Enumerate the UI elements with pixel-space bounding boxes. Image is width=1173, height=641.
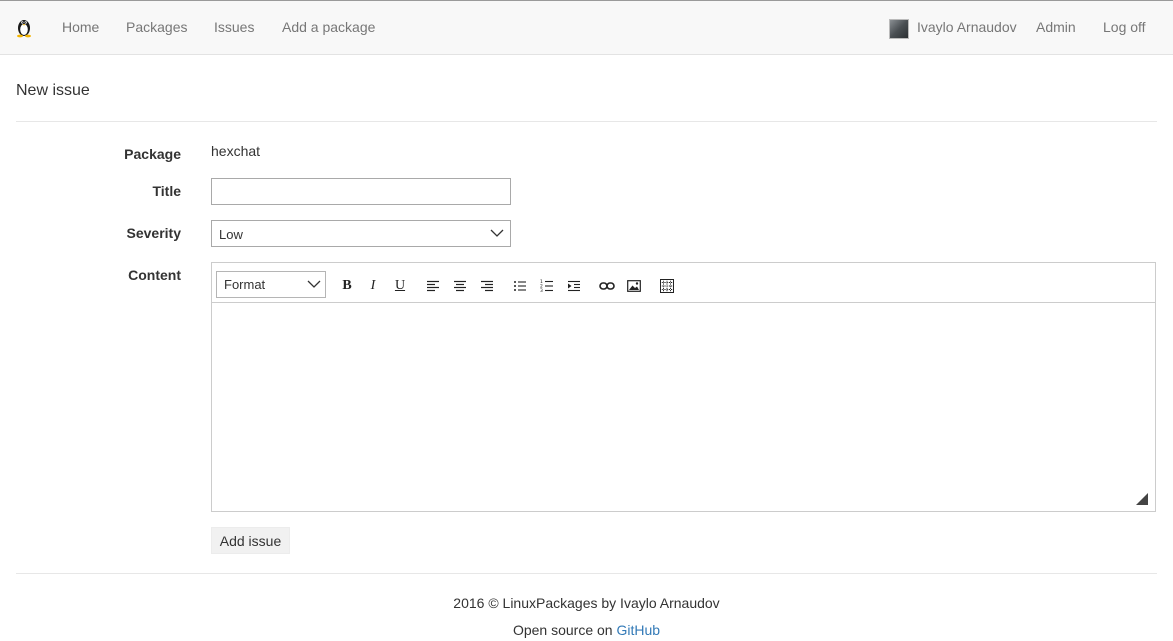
header-divider — [16, 121, 1157, 122]
table-icon[interactable] — [657, 276, 677, 296]
nav-packages-link[interactable]: Packages — [126, 19, 187, 35]
package-label: Package — [124, 146, 181, 162]
nav-home-link[interactable]: Home — [62, 19, 99, 35]
align-right-icon[interactable] — [477, 276, 497, 296]
numbered-list-icon[interactable]: 123 — [537, 276, 557, 296]
nav-issues-link[interactable]: Issues — [214, 19, 254, 35]
top-navbar: Home Packages Issues Add a package Ivayl… — [0, 0, 1173, 55]
user-avatar[interactable] — [889, 19, 909, 39]
add-issue-button[interactable]: Add issue — [211, 527, 290, 554]
align-center-icon[interactable] — [450, 276, 470, 296]
bold-icon[interactable]: B — [337, 276, 357, 296]
format-dropdown[interactable]: Format — [216, 271, 326, 298]
format-dropdown-label: Format — [224, 277, 266, 292]
package-value: hexchat — [211, 143, 261, 159]
content-editor: Format B I U 123 — [211, 262, 1156, 512]
title-label: Title — [152, 183, 181, 199]
resize-handle-icon[interactable] — [1136, 492, 1148, 505]
footer-open-source: Open source on GitHub — [0, 622, 1173, 638]
chevron-down-icon — [490, 229, 504, 237]
link-icon[interactable] — [597, 276, 617, 296]
content-label: Content — [128, 267, 181, 283]
title-input[interactable] — [211, 178, 511, 205]
align-left-icon[interactable] — [423, 276, 443, 296]
indent-icon[interactable] — [564, 276, 584, 296]
underline-icon[interactable]: U — [390, 276, 410, 296]
severity-select[interactable]: Low — [211, 220, 511, 247]
nav-add-package-link[interactable]: Add a package — [282, 19, 375, 35]
italic-icon[interactable]: I — [363, 276, 383, 296]
editor-toolbar: Format B I U 123 — [212, 263, 1155, 303]
page-title: New issue — [16, 82, 90, 99]
nav-log-off-link[interactable]: Log off — [1103, 19, 1146, 35]
svg-text:3: 3 — [540, 288, 543, 293]
severity-label: Severity — [126, 225, 181, 241]
content-text-area[interactable] — [212, 304, 1155, 511]
bullet-list-icon[interactable] — [510, 276, 530, 296]
nav-admin-link[interactable]: Admin — [1036, 19, 1076, 35]
chevron-down-icon — [307, 280, 321, 288]
image-icon[interactable] — [624, 276, 644, 296]
nav-user-profile-link[interactable]: Ivaylo Arnaudov — [917, 19, 1017, 35]
tux-penguin-icon[interactable] — [15, 16, 33, 38]
footer-copyright: 2016 © LinuxPackages by Ivaylo Arnaudov — [453, 595, 720, 611]
footer-divider — [16, 573, 1157, 574]
github-link[interactable]: GitHub — [616, 622, 660, 638]
footer-open-source-text: Open source on — [512, 622, 613, 638]
severity-selected-value: Low — [219, 227, 243, 242]
